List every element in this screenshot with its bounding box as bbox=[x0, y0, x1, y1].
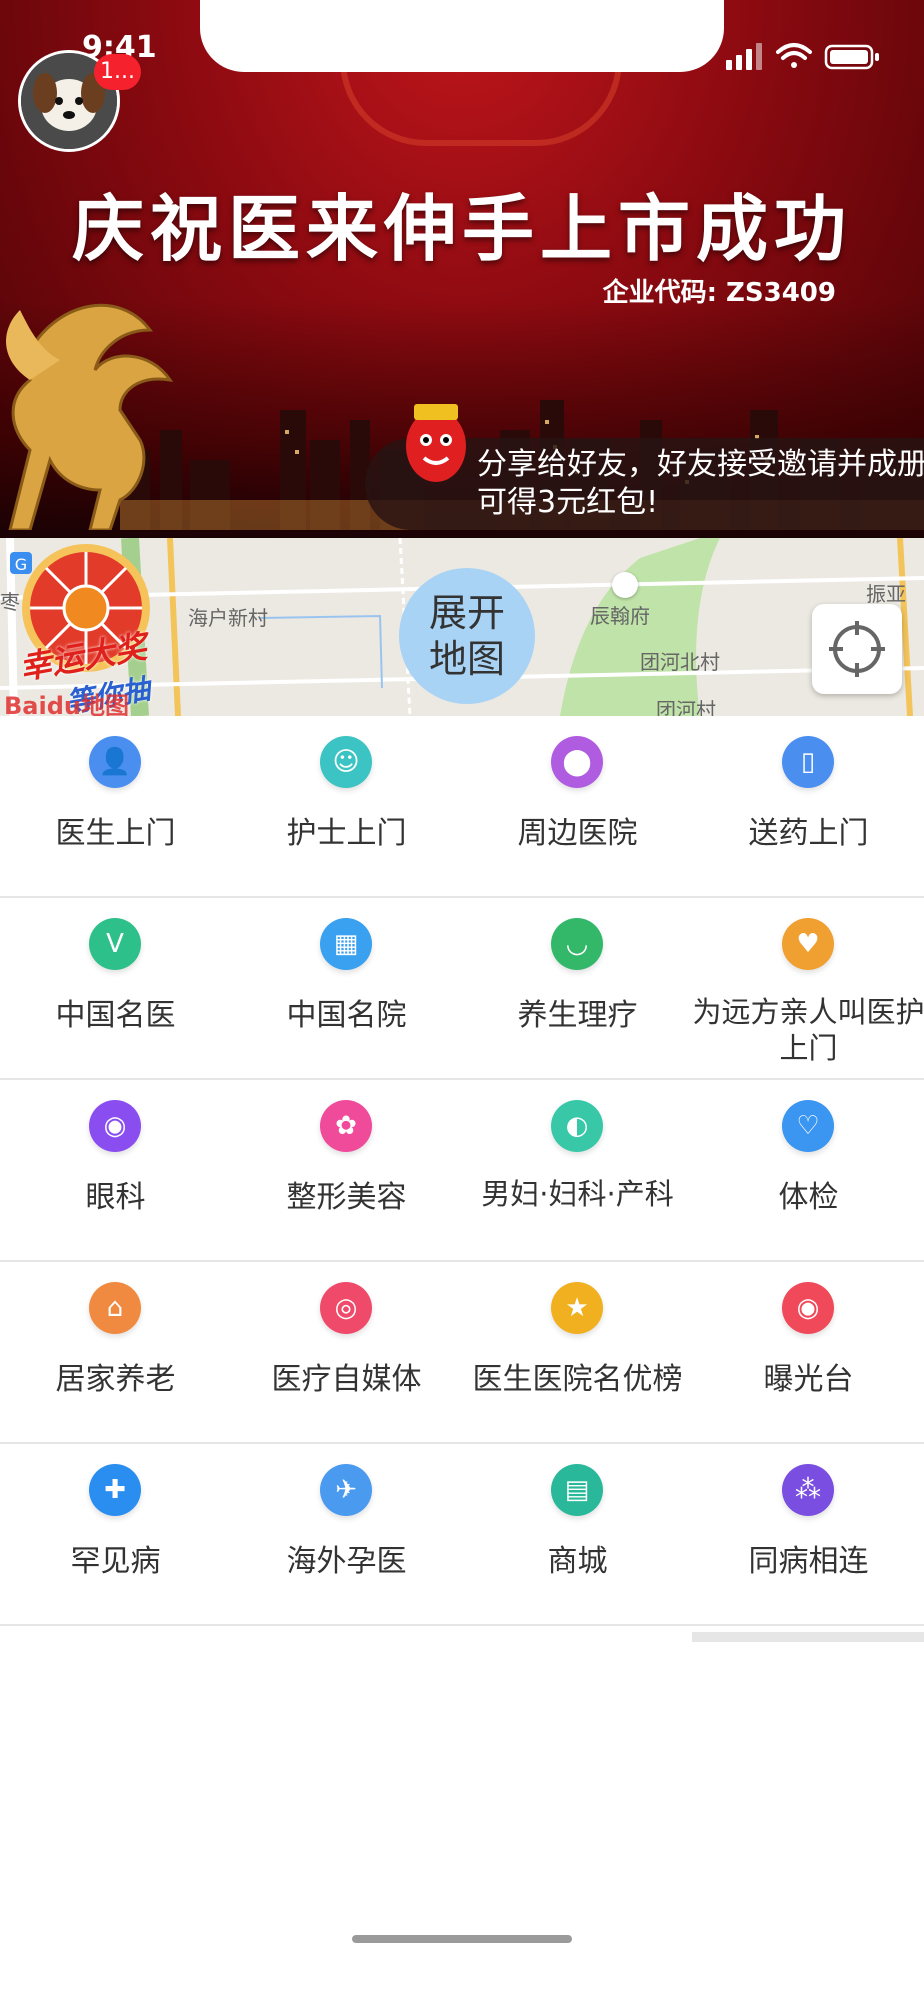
famous-doctor-icon: V bbox=[89, 918, 141, 970]
grid-item-media[interactable]: ◎ 医疗自媒体 bbox=[231, 1262, 462, 1442]
beauty-icon: ✿ bbox=[320, 1100, 372, 1152]
grid-item-label: 体检 bbox=[778, 1180, 839, 1215]
service-grid: 👤 医生上门 ☺ 护士上门 ⬤ 周边医院 ▯ 送药上门 V 中国名医 ▦ 中国名院 ◡ 养生理疗 ♥ 为远方亲… bbox=[0, 716, 924, 1626]
expand-map-label: 地图 bbox=[428, 637, 505, 681]
grid-row: ◉ 眼科 ✿ 整形美容 ◐ 男妇·妇科·产科 ♡ 体检 bbox=[0, 1080, 924, 1262]
grid-row: ⌂ 居家养老 ◎ 医疗自媒体 ★ 医生医院名优榜 ◉ 曝光台 bbox=[0, 1262, 924, 1444]
grid-row: V 中国名医 ▦ 中国名院 ◡ 养生理疗 ♥ 为远方亲人叫医护上门 bbox=[0, 898, 924, 1080]
grid-item-label: 医生上门 bbox=[55, 816, 176, 851]
status-icons bbox=[726, 43, 879, 70]
map-view[interactable]: 海户新村 辰翰府 团河北村 团河村 振亚庄 枣 G 幸运大奖 等你抽 Baidu… bbox=[0, 538, 924, 716]
doctor-icon: 👤 bbox=[89, 736, 141, 788]
grid-row: 👤 医生上门 ☺ 护士上门 ⬤ 周边医院 ▯ 送药上门 bbox=[0, 716, 924, 898]
company-code: 企业代码: ZS3409 bbox=[602, 278, 836, 308]
grid-item-label: 养生理疗 bbox=[517, 998, 638, 1033]
connect-icon: ⁂ bbox=[782, 1464, 834, 1516]
map-label: 海户新村 bbox=[188, 606, 268, 630]
notification-badge: 1... bbox=[94, 54, 141, 90]
svg-text:G: G bbox=[15, 555, 27, 574]
exposure-icon: ◉ bbox=[782, 1282, 834, 1334]
grid-item-exposure[interactable]: ◉ 曝光台 bbox=[693, 1262, 924, 1442]
eye-icon: ◉ bbox=[89, 1100, 141, 1152]
share-invite-text: 分享给好友，好友接受邀请并成册可得3元红包! bbox=[477, 447, 924, 520]
grid-item-connect[interactable]: ⁂ 同病相连 bbox=[693, 1444, 924, 1624]
grid-item-heart-hands[interactable]: ♥ 为远方亲人叫医护上门 bbox=[692, 898, 924, 1078]
red-mascot-icon bbox=[406, 404, 466, 482]
location-pin-icon: ⬤ bbox=[551, 736, 603, 788]
grid-item-label: 中国名医 bbox=[55, 998, 176, 1033]
wifi-icon bbox=[776, 43, 812, 68]
grid-item-label: 海外孕医 bbox=[286, 1544, 407, 1579]
grid-item-label: 周边医院 bbox=[517, 816, 638, 851]
signal-icon bbox=[726, 43, 762, 70]
heart-hands-icon: ♥ bbox=[782, 918, 834, 970]
scroll-indicator bbox=[692, 1632, 924, 1642]
grid-item-label: 送药上门 bbox=[748, 816, 869, 851]
mortar-bowl-icon: ◡ bbox=[551, 918, 603, 970]
home-indicator[interactable] bbox=[352, 1935, 572, 1943]
expand-map-label: 展开 bbox=[428, 591, 505, 635]
shop-icon: ▤ bbox=[551, 1464, 603, 1516]
banner-title: 庆祝医来伸手上市成功 bbox=[71, 187, 852, 271]
decorative-ornament bbox=[340, 60, 622, 146]
grid-item-label: 眼科 bbox=[85, 1180, 146, 1215]
grid-item-first-aid[interactable]: ✚ 罕见病 bbox=[0, 1444, 231, 1624]
grid-item-label: 医生医院名优榜 bbox=[472, 1362, 683, 1397]
grid-item-label: 曝光台 bbox=[763, 1362, 854, 1397]
home-icon: ⌂ bbox=[89, 1282, 141, 1334]
locate-button[interactable] bbox=[812, 604, 902, 694]
grid-item-label: 同病相连 bbox=[748, 1544, 869, 1579]
grid-item-label: 中国名院 bbox=[286, 998, 407, 1033]
grid-item-doctor[interactable]: 👤 医生上门 bbox=[0, 716, 231, 896]
crosshair-icon bbox=[829, 621, 885, 677]
grid-item-label: 男妇·妇科·产科 bbox=[481, 1177, 674, 1211]
medicine-bag-icon: ▯ bbox=[782, 736, 834, 788]
grid-item-label: 整形美容 bbox=[286, 1180, 407, 1215]
map-label: 团河北村 bbox=[640, 650, 720, 674]
grid-item-label: 为远方亲人叫医护上门 bbox=[692, 995, 924, 1065]
battery-icon bbox=[824, 44, 879, 70]
nurse-icon: ☺ bbox=[320, 736, 372, 788]
map-label: 团河村 bbox=[656, 698, 716, 716]
grid-item-shop[interactable]: ▤ 商城 bbox=[462, 1444, 693, 1624]
map-label: 辰翰府 bbox=[590, 604, 650, 628]
grid-item-eye[interactable]: ◉ 眼科 bbox=[0, 1080, 231, 1260]
grid-row: ✚ 罕见病 ✈ 海外孕医 ▤ 商城 ⁂ 同病相连 bbox=[0, 1444, 924, 1626]
star-icon: ★ bbox=[551, 1282, 603, 1334]
grid-item-airplane[interactable]: ✈ 海外孕医 bbox=[231, 1444, 462, 1624]
grid-item-home[interactable]: ⌂ 居家养老 bbox=[0, 1262, 231, 1442]
grid-item-location-pin[interactable]: ⬤ 周边医院 bbox=[462, 716, 693, 896]
grid-item-label: 护士上门 bbox=[286, 816, 407, 851]
expand-map-button[interactable]: 展开 地图 bbox=[399, 568, 535, 704]
grid-item-famous-doctor[interactable]: V 中国名医 bbox=[0, 898, 231, 1078]
grid-item-star[interactable]: ★ 医生医院名优榜 bbox=[462, 1262, 693, 1442]
grid-item-nurse[interactable]: ☺ 护士上门 bbox=[231, 716, 462, 896]
grid-item-label: 罕见病 bbox=[70, 1544, 161, 1579]
stethoscope-icon: ♡ bbox=[782, 1100, 834, 1152]
pregnancy-icon: ◐ bbox=[551, 1100, 603, 1152]
grid-item-stethoscope[interactable]: ♡ 体检 bbox=[693, 1080, 924, 1260]
location-pin-icon bbox=[612, 572, 638, 598]
grid-item-label: 居家养老 bbox=[55, 1362, 176, 1397]
hospital-building-icon: ▦ bbox=[320, 918, 372, 970]
grid-item-label: 医疗自媒体 bbox=[271, 1362, 422, 1397]
grid-item-beauty[interactable]: ✿ 整形美容 bbox=[231, 1080, 462, 1260]
grid-item-label: 商城 bbox=[547, 1544, 608, 1579]
grid-item-hospital-building[interactable]: ▦ 中国名院 bbox=[231, 898, 462, 1078]
media-icon: ◎ bbox=[320, 1282, 372, 1334]
first-aid-icon: ✚ bbox=[89, 1464, 141, 1516]
grid-item-pregnancy[interactable]: ◐ 男妇·妇科·产科 bbox=[462, 1080, 693, 1260]
baidu-map-logo: Baidu地图 bbox=[4, 692, 129, 716]
golden-pegasus-image bbox=[6, 303, 174, 530]
airplane-icon: ✈ bbox=[320, 1464, 372, 1516]
device-notch bbox=[200, 0, 724, 72]
grid-item-mortar-bowl[interactable]: ◡ 养生理疗 bbox=[462, 898, 693, 1078]
grid-item-medicine-bag[interactable]: ▯ 送药上门 bbox=[693, 716, 924, 896]
